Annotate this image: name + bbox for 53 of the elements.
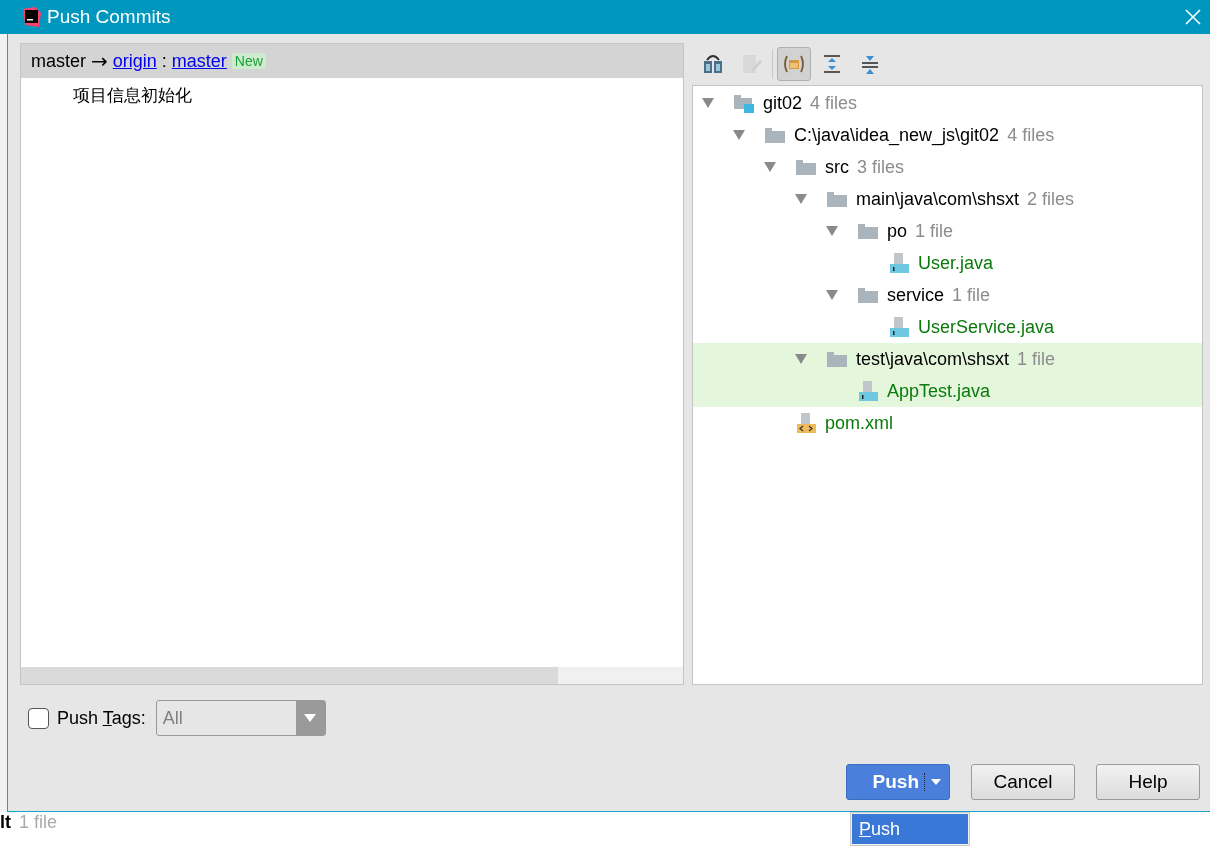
menu-item[interactable]: Push	[852, 814, 968, 844]
window-title: Push Commits	[47, 6, 171, 28]
caret-icon[interactable]	[701, 97, 715, 109]
xml-file-icon	[795, 412, 817, 434]
target-branch-link[interactable]: master	[171, 50, 227, 72]
separator: :	[161, 50, 167, 72]
caret-icon[interactable]	[825, 289, 839, 301]
caret-icon	[304, 714, 317, 722]
background-text: lt	[0, 812, 11, 833]
java-file-icon	[857, 380, 879, 402]
branch-row[interactable]: master → origin : master New	[21, 44, 683, 78]
background-count: 1 file	[19, 812, 58, 833]
folder-icon	[857, 222, 879, 240]
group-button[interactable]	[777, 47, 811, 81]
folder-icon	[857, 286, 879, 304]
push-tags-label: Push Tags:	[57, 707, 146, 729]
dialog-button[interactable]: Cancel	[971, 764, 1075, 800]
arrow-glyph: →	[91, 49, 108, 73]
caret-icon	[931, 779, 941, 785]
close-icon[interactable]	[1184, 8, 1202, 26]
tree-row[interactable]: src 3 files	[693, 151, 1202, 183]
local-branch: master	[31, 50, 86, 72]
java-file-icon	[888, 316, 910, 338]
tree-row[interactable]: git02 4 files	[693, 87, 1202, 119]
caret-icon[interactable]	[825, 225, 839, 237]
folder-icon	[764, 126, 786, 144]
remote-link[interactable]: origin	[112, 50, 157, 72]
scrollbar-thumb[interactable]	[21, 667, 558, 684]
new-badge: New	[231, 53, 266, 69]
caret-icon[interactable]	[732, 129, 746, 141]
push-button[interactable]: Push	[846, 764, 950, 800]
tree-row[interactable]: UserService.java	[693, 311, 1202, 343]
folder-icon	[826, 190, 848, 208]
folder-icon	[826, 350, 848, 368]
caret-icon[interactable]	[763, 161, 777, 173]
folder-icon	[795, 158, 817, 176]
module-icon	[733, 92, 755, 114]
compare-icon	[701, 52, 725, 76]
tree-row[interactable]: test\java\com\shsxt 1 file	[693, 343, 1202, 375]
tree-row[interactable]: po 1 file	[693, 215, 1202, 247]
java-file-icon	[888, 252, 910, 274]
tree-row[interactable]: pom.xml	[693, 407, 1202, 439]
commit-message[interactable]: 项目信息初始化	[21, 78, 192, 107]
caret-icon[interactable]	[794, 193, 808, 205]
tree-row[interactable]: C:\java\idea_new_js\git02 4 files	[693, 119, 1202, 151]
tree-row[interactable]: AppTest.java	[693, 375, 1202, 407]
dialog-button[interactable]: Help	[1096, 764, 1200, 800]
tree-row[interactable]: User.java	[693, 247, 1202, 279]
tree-row[interactable]: main\java\com\shsxt 2 files	[693, 183, 1202, 215]
tree-row[interactable]: service 1 file	[693, 279, 1202, 311]
push-tags-checkbox[interactable]	[28, 707, 49, 729]
app-logo-icon	[21, 7, 41, 27]
caret-icon[interactable]	[794, 353, 808, 365]
